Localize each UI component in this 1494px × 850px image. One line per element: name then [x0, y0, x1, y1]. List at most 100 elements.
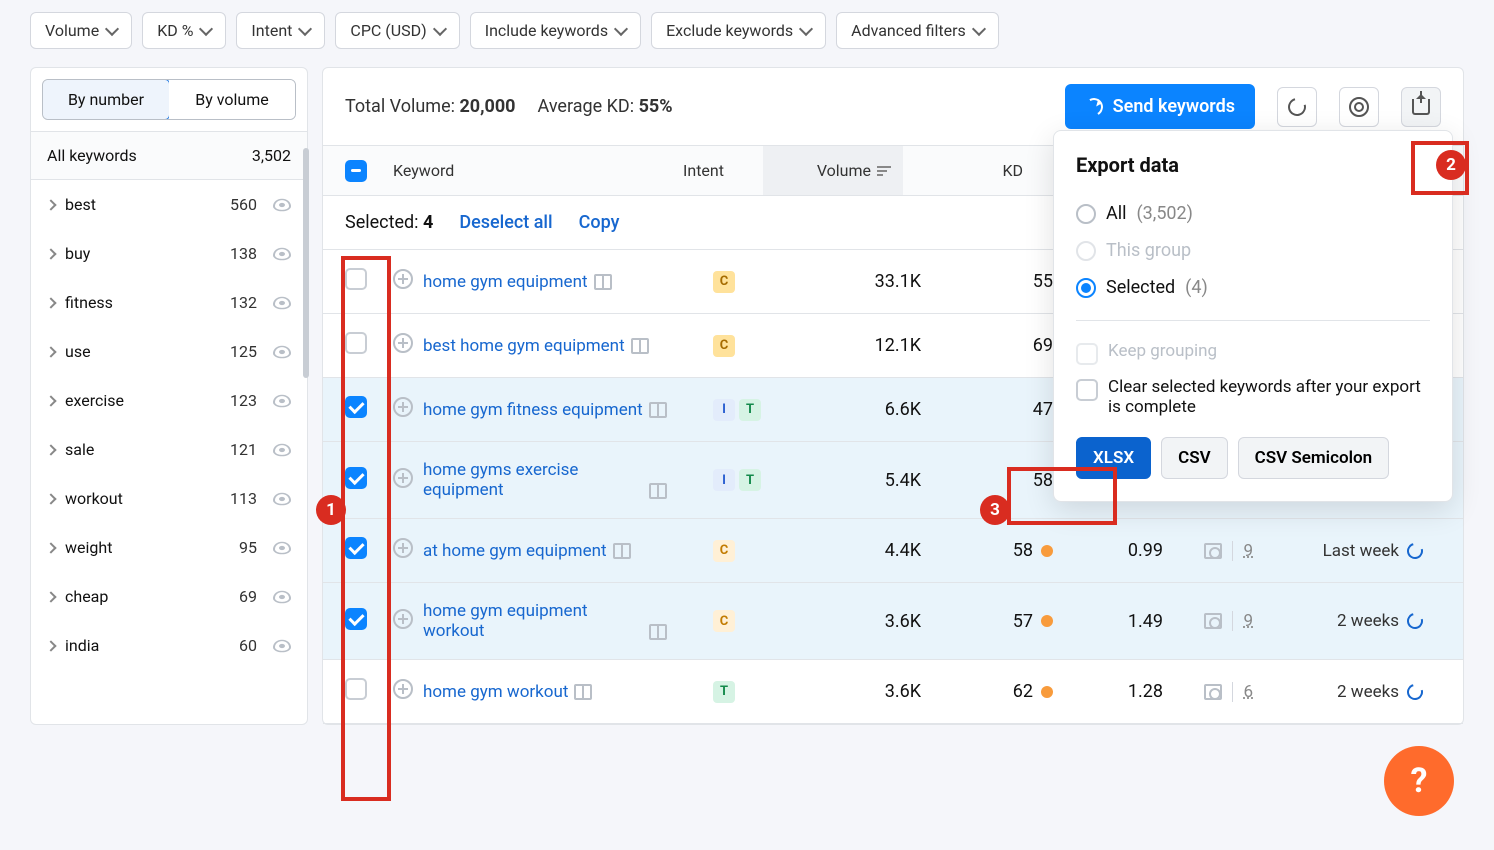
keyword-link[interactable]: at home gym equipment	[423, 541, 607, 561]
sidebar-group-item[interactable]: weight95	[31, 523, 307, 572]
row-checkbox[interactable]	[345, 467, 367, 489]
expand-icon[interactable]	[393, 269, 413, 289]
eye-icon[interactable]	[273, 541, 291, 554]
expand-icon[interactable]	[393, 333, 413, 353]
export-clear-selected[interactable]: Clear selected keywords after your expor…	[1076, 371, 1430, 423]
serp-features-icon[interactable]	[594, 274, 612, 290]
keyword-link[interactable]: best home gym equipment	[423, 336, 625, 356]
eye-icon[interactable]	[273, 394, 291, 407]
group-count: 125	[230, 342, 257, 361]
eye-icon[interactable]	[273, 492, 291, 505]
eye-icon[interactable]	[273, 345, 291, 358]
annotation-marker-3: 3	[980, 495, 1010, 525]
group-name: workout	[65, 489, 220, 508]
col-kd[interactable]: KD	[903, 161, 1023, 180]
all-keywords-row[interactable]: All keywords 3,502	[31, 131, 307, 180]
help-button[interactable]: ?	[1384, 746, 1454, 816]
sidebar-tabs: By number By volume	[42, 79, 296, 120]
export-option-selected[interactable]: Selected (4)	[1076, 269, 1430, 306]
eye-icon[interactable]	[273, 247, 291, 260]
row-checkbox[interactable]	[345, 537, 367, 559]
cell-volume: 12.1K	[793, 335, 933, 356]
row-checkbox[interactable]	[345, 396, 367, 418]
deselect-all-link[interactable]: Deselect all	[459, 212, 552, 233]
col-keyword[interactable]: Keyword	[393, 161, 683, 180]
eye-icon[interactable]	[273, 590, 291, 603]
refresh-icon[interactable]	[1404, 681, 1426, 703]
refresh-icon[interactable]	[1404, 540, 1426, 562]
export-xlsx-button[interactable]: XLSX	[1076, 437, 1151, 479]
row-checkbox[interactable]	[345, 608, 367, 630]
group-count: 138	[230, 244, 257, 263]
filter-kd[interactable]: KD %	[142, 12, 226, 49]
sidebar-group-item[interactable]: best560	[31, 180, 307, 229]
export-button[interactable]	[1401, 87, 1441, 127]
filter-volume[interactable]: Volume	[30, 12, 132, 49]
keyword-link[interactable]: home gym fitness equipment	[423, 400, 643, 420]
filter-intent[interactable]: Intent	[236, 12, 325, 49]
filter-cpc[interactable]: CPC (USD)	[335, 12, 459, 49]
export-popup: Export data All (3,502) This group Selec…	[1053, 130, 1453, 502]
cell-volume: 3.6K	[793, 681, 933, 702]
row-checkbox[interactable]	[345, 268, 367, 290]
sidebar-group-item[interactable]: exercise123	[31, 376, 307, 425]
col-intent[interactable]: Intent	[683, 161, 763, 180]
settings-button[interactable]	[1339, 87, 1379, 127]
chevron-down-icon	[972, 21, 986, 35]
serp-features-icon[interactable]	[649, 483, 667, 499]
refresh-icon[interactable]	[1404, 610, 1426, 632]
serp-icon	[1204, 613, 1222, 629]
export-csv-button[interactable]: CSV	[1161, 437, 1228, 479]
filter-advanced[interactable]: Advanced filters	[836, 12, 999, 49]
expand-icon[interactable]	[393, 609, 413, 629]
table-row: home gym workoutT3.6K62 1.2862 weeks	[323, 660, 1463, 724]
keyword-link[interactable]: home gym equipment workout	[423, 601, 643, 641]
chevron-right-icon	[45, 640, 56, 651]
col-volume[interactable]: Volume	[763, 146, 903, 195]
expand-icon[interactable]	[393, 468, 413, 488]
select-all-checkbox[interactable]	[345, 160, 367, 182]
eye-icon[interactable]	[273, 296, 291, 309]
eye-icon[interactable]	[273, 639, 291, 652]
serp-features-icon[interactable]	[631, 338, 649, 354]
group-name: exercise	[65, 391, 220, 410]
copy-link[interactable]: Copy	[579, 212, 620, 233]
tab-by-volume[interactable]: By volume	[169, 80, 295, 119]
serp-features-icon[interactable]	[649, 402, 667, 418]
difficulty-dot-icon	[1041, 686, 1053, 698]
row-checkbox[interactable]	[345, 678, 367, 700]
refresh-button[interactable]	[1277, 87, 1317, 127]
cell-extras: 9	[1163, 611, 1253, 631]
filter-exclude[interactable]: Exclude keywords	[651, 12, 826, 49]
send-keywords-button[interactable]: Send keywords	[1065, 84, 1255, 129]
eye-icon[interactable]	[273, 198, 291, 211]
expand-icon[interactable]	[393, 679, 413, 699]
export-option-all[interactable]: All (3,502)	[1076, 195, 1430, 232]
chevron-right-icon	[45, 542, 56, 553]
serp-features-icon[interactable]	[649, 624, 667, 640]
tab-by-number[interactable]: By number	[42, 79, 170, 120]
expand-icon[interactable]	[393, 397, 413, 417]
eye-icon[interactable]	[273, 443, 291, 456]
keyword-link[interactable]: home gym equipment	[423, 272, 588, 292]
cell-cpc: 1.28	[1053, 681, 1163, 702]
scrollbar[interactable]	[303, 148, 309, 378]
chevron-right-icon	[45, 199, 56, 210]
sidebar-group-item[interactable]: use125	[31, 327, 307, 376]
sidebar-group-item[interactable]: sale121	[31, 425, 307, 474]
expand-icon[interactable]	[393, 538, 413, 558]
chevron-right-icon	[45, 591, 56, 602]
sidebar-group-item[interactable]: fitness132	[31, 278, 307, 327]
row-checkbox[interactable]	[345, 332, 367, 354]
export-csv-semicolon-button[interactable]: CSV Semicolon	[1238, 437, 1389, 479]
sidebar-group-item[interactable]: india60	[31, 621, 307, 670]
serp-features-icon[interactable]	[613, 543, 631, 559]
filter-include[interactable]: Include keywords	[470, 12, 641, 49]
sidebar-group-item[interactable]: buy138	[31, 229, 307, 278]
intent-badge: T	[739, 399, 761, 421]
keyword-link[interactable]: home gyms exercise equipment	[423, 460, 643, 500]
sidebar-group-item[interactable]: workout113	[31, 474, 307, 523]
keyword-link[interactable]: home gym workout	[423, 682, 568, 702]
sidebar-group-item[interactable]: cheap69	[31, 572, 307, 621]
serp-features-icon[interactable]	[574, 684, 592, 700]
